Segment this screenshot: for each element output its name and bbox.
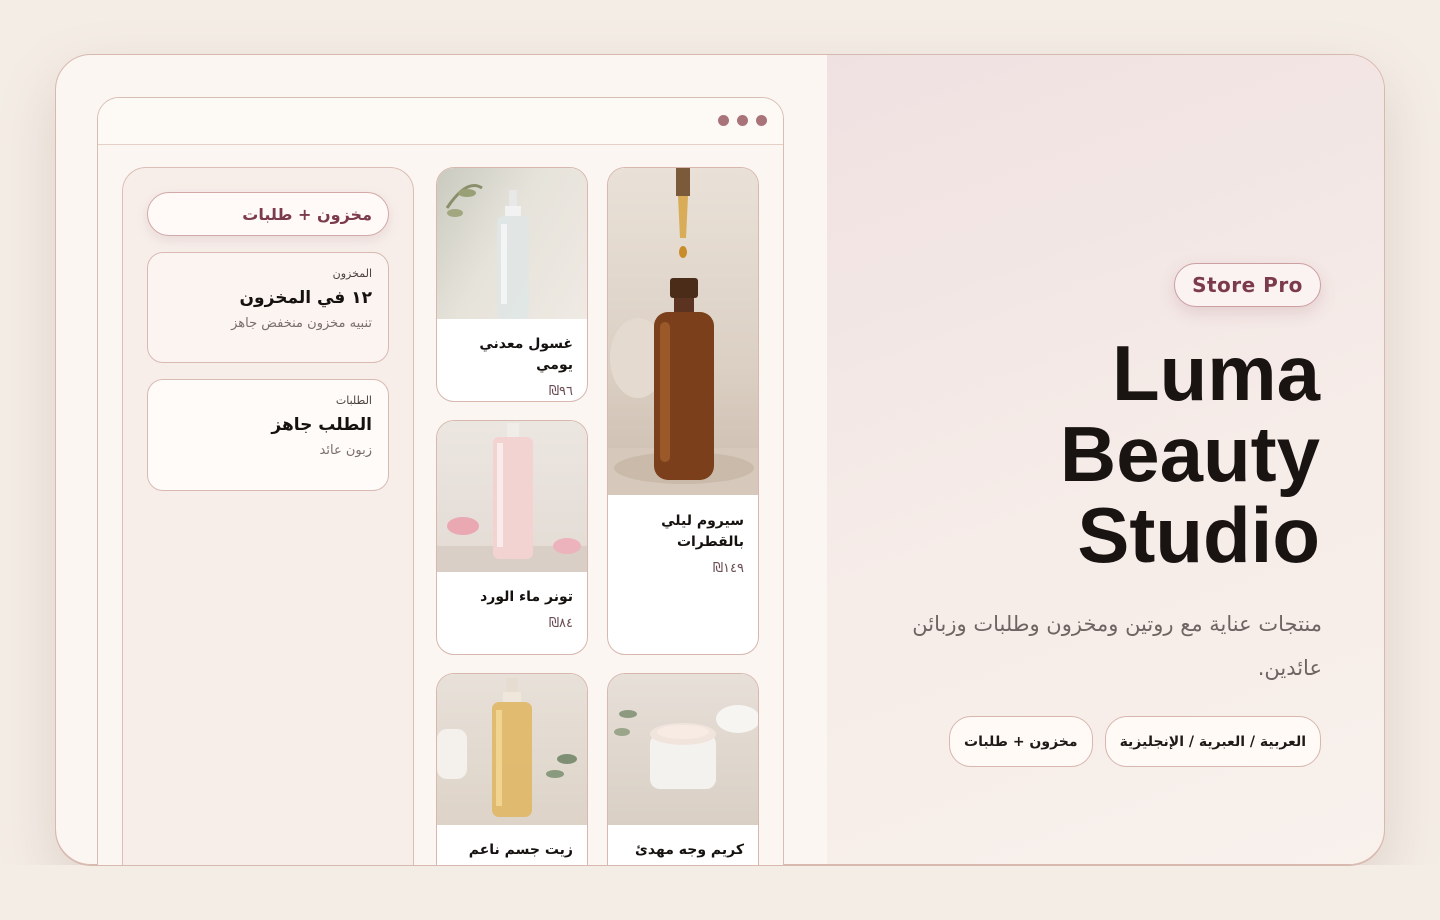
serum-dropper-bottle-icon — [608, 168, 758, 495]
inventory-card-subtitle: تنبيه مخزون منخفض جاهز — [231, 316, 372, 331]
product-card[interactable]: سيروم ليلي بالقطرات ١٤٩₪ — [607, 167, 759, 655]
tag-inventory-orders[interactable]: مخزون + طلبات — [949, 716, 1093, 767]
body-oil-bottle-image — [437, 674, 587, 825]
sidebar-filter-label: مخزون + طلبات — [242, 204, 372, 224]
orders-card-title: الطلب جاهز — [271, 415, 372, 435]
tag-languages[interactable]: العربية / العبرية / الإنجليزية — [1104, 716, 1321, 767]
product-card[interactable]: زيت جسم ناعم — [436, 673, 588, 893]
orders-card[interactable]: الطلبات الطلب جاهز زبون عائد — [147, 379, 389, 491]
hero-title-line: Beauty — [1059, 410, 1320, 498]
product-price: ١٤٩₪ — [712, 561, 744, 576]
cream-jar-icon — [614, 705, 758, 789]
product-card[interactable]: غسول معدني يومي ٩٦₪ — [436, 167, 588, 402]
product-name: كريم وجه مهدئ — [635, 842, 744, 858]
orders-card-subtitle: زبون عائد — [319, 443, 372, 458]
cream-jar-image — [608, 674, 758, 825]
serum-dropper-bottle-image — [608, 168, 758, 495]
hero-title-line: Luma — [1111, 329, 1320, 417]
product-price: ٨٤₪ — [548, 616, 573, 631]
inventory-card[interactable]: المخزون ١٢ في المخزون تنبيه مخزون منخفض … — [147, 252, 389, 363]
hero-title: Luma Beauty Studio — [900, 333, 1320, 576]
inventory-card-label: المخزون — [332, 267, 372, 280]
window-dot-icon[interactable] — [756, 115, 767, 126]
product-card[interactable]: كريم وجه مهدئ — [607, 673, 759, 893]
window-dot-icon[interactable] — [718, 115, 729, 126]
hero-title-line: Studio — [1077, 491, 1320, 579]
window-dot-icon[interactable] — [737, 115, 748, 126]
rose-toner-bottle-image — [437, 421, 587, 572]
inventory-card-title: ١٢ في المخزون — [239, 288, 372, 308]
product-price: ٩٦₪ — [548, 384, 573, 399]
store-pro-badge[interactable]: Store Pro — [1174, 263, 1321, 307]
rose-toner-bottle-icon — [437, 423, 587, 572]
product-card[interactable]: تونر ماء الورد ٨٤₪ — [436, 420, 588, 655]
product-name: زيت جسم ناعم — [468, 842, 573, 858]
hero-description: منتجات عناية مع روتين ومخزون وطلبات وزبا… — [912, 612, 1322, 680]
cleanser-pump-bottle-image — [437, 168, 587, 319]
product-name: سيروم ليلي بالقطرات — [661, 513, 744, 550]
product-name: تونر ماء الورد — [480, 589, 573, 605]
body-oil-bottle-icon — [437, 678, 577, 817]
cleanser-pump-bottle-icon — [445, 184, 529, 319]
hero-tags: مخزون + طلبات العربية / العبرية / الإنجل… — [949, 716, 1321, 767]
page-background-bottom — [0, 865, 1440, 920]
orders-card-label: الطلبات — [335, 394, 372, 407]
product-name: غسول معدني يومي — [479, 336, 573, 373]
browser-toolbar — [98, 98, 783, 145]
sidebar-filter-pill[interactable]: مخزون + طلبات — [147, 192, 389, 236]
